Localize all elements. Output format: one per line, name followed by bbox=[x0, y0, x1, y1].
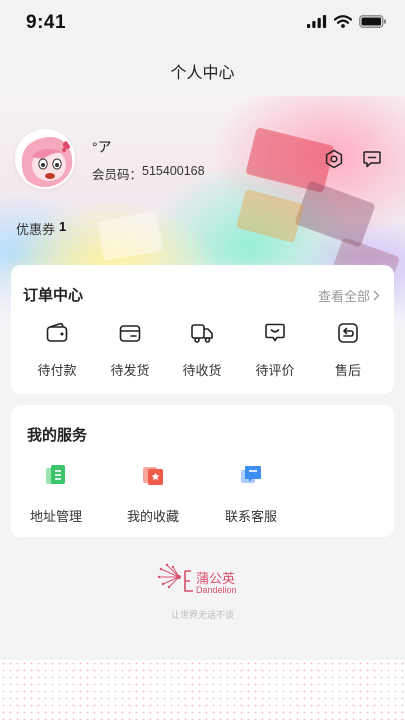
order-item-label: 待评价 bbox=[255, 363, 295, 378]
member-code-row: 会员码： 515400168 bbox=[92, 164, 205, 183]
service-item-label: 联系客服 bbox=[224, 509, 277, 524]
avatar[interactable] bbox=[15, 129, 75, 189]
customer-service-icon bbox=[241, 466, 261, 483]
status-bar: 9:41 bbox=[0, 0, 405, 46]
service-my-favorites[interactable]: 我的收藏 bbox=[113, 463, 193, 525]
order-pending-payment[interactable]: 待付款 bbox=[27, 321, 87, 379]
brand-tagline: 让世界无话不谈 bbox=[170, 610, 234, 620]
review-icon bbox=[265, 323, 285, 342]
order-item-label: 待付款 bbox=[37, 363, 77, 378]
member-code-value: 515400168 bbox=[142, 164, 205, 178]
order-pending-review[interactable]: 待评价 bbox=[245, 321, 305, 379]
card-icon bbox=[119, 325, 141, 342]
order-after-sales[interactable]: 售后 bbox=[318, 321, 378, 379]
coupon-label: 优惠券 bbox=[16, 222, 56, 237]
address-icon bbox=[46, 465, 65, 484]
service-address-management[interactable]: 地址管理 bbox=[16, 463, 96, 525]
my-services-card: 我的服务 地址管理 我的收藏 联系客服 bbox=[11, 405, 394, 537]
user-nickname: °ア bbox=[92, 139, 112, 155]
service-item-label: 地址管理 bbox=[29, 509, 82, 524]
order-pending-shipment[interactable]: 待发货 bbox=[100, 321, 160, 379]
service-item-label: 我的收藏 bbox=[126, 509, 179, 524]
view-all-orders-link[interactable]: 查看全部 bbox=[318, 286, 380, 305]
banner-decoration bbox=[235, 188, 305, 244]
status-icons bbox=[307, 15, 387, 28]
chevron-right-icon bbox=[373, 290, 380, 301]
nav-bar: 个人中心 bbox=[0, 46, 405, 96]
order-center-title: 订单中心 bbox=[23, 287, 84, 304]
return-icon bbox=[338, 323, 358, 343]
battery-icon bbox=[359, 15, 386, 28]
settings-button[interactable] bbox=[323, 148, 345, 170]
brand-name-en: Dandelion bbox=[196, 585, 237, 595]
order-center-card: 订单中心 查看全部 待付款 待发货 待收货 待评价 售后 bbox=[11, 265, 394, 394]
order-item-label: 售后 bbox=[334, 363, 361, 378]
messages-button[interactable] bbox=[361, 148, 383, 170]
coupon-entry[interactable]: 优惠券 1 bbox=[16, 219, 66, 238]
banner-decoration bbox=[245, 127, 335, 193]
message-icon bbox=[363, 151, 381, 168]
order-item-label: 待收货 bbox=[182, 363, 222, 378]
banner-decoration bbox=[96, 211, 164, 261]
coupon-count: 1 bbox=[59, 219, 67, 234]
signal-icon bbox=[307, 15, 327, 28]
service-contact-support[interactable]: 联系客服 bbox=[211, 463, 291, 525]
page-title: 个人中心 bbox=[170, 65, 235, 82]
banner-decoration bbox=[294, 180, 376, 248]
truck-icon bbox=[191, 324, 213, 343]
status-time: 9:41 bbox=[26, 12, 67, 33]
order-item-label: 待发货 bbox=[110, 363, 150, 378]
favorites-icon bbox=[143, 467, 163, 485]
settings-icon bbox=[325, 149, 343, 169]
member-code-label: 会员码： bbox=[92, 168, 143, 182]
wallet-icon bbox=[46, 322, 68, 342]
bottom-decoration bbox=[0, 660, 405, 720]
wifi-icon bbox=[334, 15, 352, 28]
order-pending-receipt[interactable]: 待收货 bbox=[172, 321, 232, 379]
my-services-title: 我的服务 bbox=[27, 427, 88, 444]
view-all-label: 查看全部 bbox=[317, 289, 370, 304]
